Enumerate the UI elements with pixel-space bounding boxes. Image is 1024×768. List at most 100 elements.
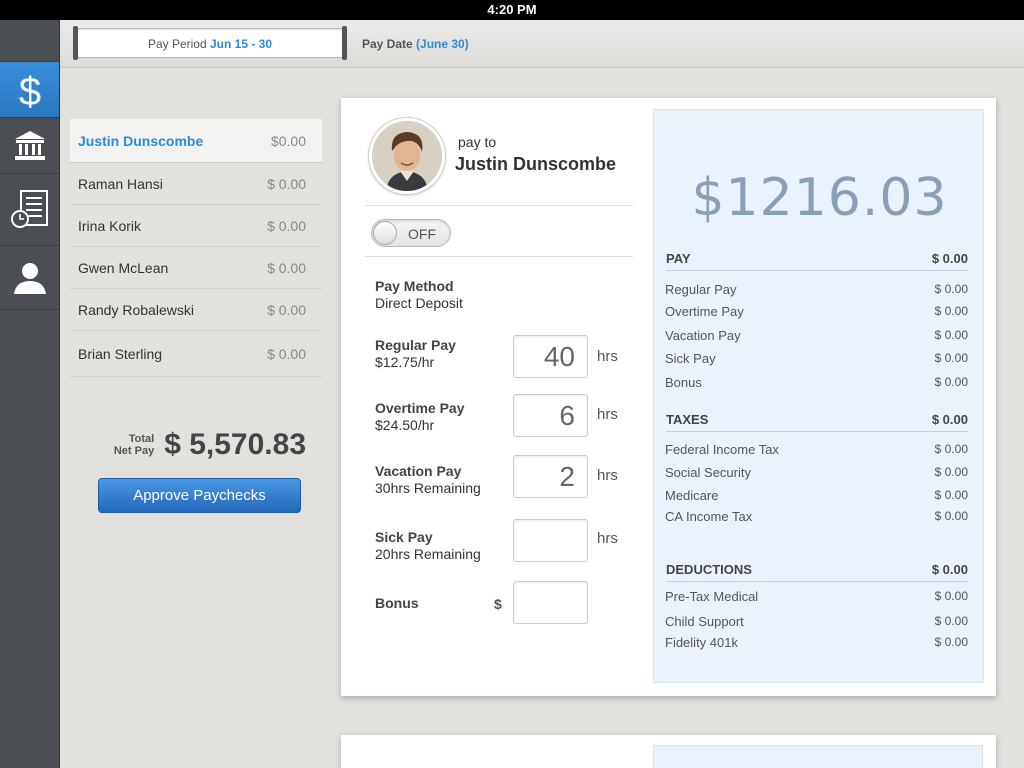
list-item[interactable]: Brian Sterling $ 0.00	[70, 331, 322, 377]
bonus-input[interactable]	[513, 581, 588, 624]
sick-remaining: 20hrs Remaining	[375, 546, 481, 562]
line-item: Vacation Pay $ 0.00	[665, 328, 968, 343]
line-value: $ 0.00	[934, 375, 968, 389]
line-label: Bonus	[665, 375, 702, 390]
vacation-pay-label: Vacation Pay	[375, 463, 462, 479]
line-label: Vacation Pay	[665, 328, 741, 343]
employee-amount: $ 0.00	[267, 259, 306, 276]
pay-date-label: Pay Date	[362, 37, 413, 51]
total-label-line1: Total	[128, 433, 155, 445]
line-label: Social Security	[665, 465, 751, 480]
bank-icon	[14, 130, 45, 160]
hrs-unit: hrs	[597, 467, 618, 484]
total-net-pay-label: Total Net Pay	[114, 433, 154, 457]
net-amount: $1216.03	[691, 168, 948, 228]
line-label: Pre-Tax Medical	[665, 589, 759, 604]
line-label: Federal Income Tax	[665, 442, 779, 457]
pay-method-value: Direct Deposit	[375, 295, 463, 311]
pay-period-selector[interactable]: Pay Period Jun 15 - 30	[73, 26, 347, 60]
regular-pay-label: Regular Pay	[375, 337, 456, 353]
overtime-hours-input[interactable]: 6	[513, 394, 588, 437]
list-item[interactable]: Randy Robalewski $ 0.00	[70, 289, 322, 331]
approval-toggle[interactable]: OFF	[371, 219, 451, 247]
overtime-pay-rate: $24.50/hr	[375, 417, 435, 433]
approve-paychecks-button[interactable]: Approve Paychecks	[98, 478, 301, 513]
list-item[interactable]: Justin Dunscombe $0.00	[70, 119, 322, 163]
vacation-remaining: 30hrs Remaining	[375, 480, 481, 496]
list-item[interactable]: Raman Hansi $ 0.00	[70, 163, 322, 205]
employee-name: Irina Korik	[78, 217, 142, 234]
header-bar: Pay Period Jun 15 - 30 Pay Date (June 30…	[60, 20, 1024, 68]
line-value: $ 0.00	[934, 614, 968, 628]
bonus-currency: $	[494, 596, 502, 612]
employee-name: Raman Hansi	[78, 175, 163, 192]
line-item: Fidelity 401k $ 0.00	[665, 635, 968, 650]
line-value: $ 0.00	[934, 488, 968, 502]
line-value: $ 0.00	[934, 351, 968, 365]
line-label: Fidelity 401k	[665, 635, 738, 650]
toggle-label: OFF	[408, 226, 436, 242]
nav-timesheet-button[interactable]	[0, 174, 59, 246]
toggle-knob	[373, 221, 397, 245]
nav-rail: $	[0, 20, 60, 768]
hrs-unit: hrs	[597, 406, 618, 423]
total-label-line2: Net Pay	[113, 445, 155, 457]
paycheck-summary: $1216.03 PAY $ 0.00 Regular Pay $ 0.00 Ov…	[653, 109, 984, 683]
nav-bank-button[interactable]	[0, 118, 59, 174]
section-title: TAXES	[666, 412, 709, 427]
payee-name: Justin Dunscombe	[455, 154, 617, 174]
nav-payroll-button[interactable]: $	[0, 62, 59, 118]
line-item: Medicare $ 0.00	[665, 488, 968, 503]
employee-name: Brian Sterling	[78, 345, 163, 362]
line-value: $ 0.00	[934, 465, 968, 479]
line-item: Regular Pay $ 0.00	[665, 282, 968, 297]
pay-section-header: PAY $ 0.00	[666, 251, 968, 271]
line-value: $ 0.00	[934, 589, 968, 603]
divider	[365, 256, 633, 257]
list-item[interactable]: Irina Korik $ 0.00	[70, 205, 322, 247]
list-item[interactable]: Gwen McLean $ 0.00	[70, 247, 322, 289]
line-item: Social Security $ 0.00	[665, 465, 968, 480]
line-label: Regular Pay	[665, 282, 737, 297]
employee-name: Gwen McLean	[78, 259, 169, 276]
total-net-pay: Total Net Pay $ 5,570.83	[96, 428, 306, 462]
hrs-unit: hrs	[597, 530, 618, 547]
next-summary-panel	[653, 745, 983, 768]
line-label: Child Support	[665, 614, 744, 629]
pay-date-value: (June 30)	[416, 37, 469, 51]
line-label: Medicare	[665, 488, 719, 503]
employee-list: Justin Dunscombe $0.00 Raman Hansi $ 0.0…	[70, 119, 322, 377]
employee-name: Randy Robalewski	[78, 301, 194, 318]
sick-pay-label: Sick Pay	[375, 529, 433, 545]
regular-pay-rate: $12.75/hr	[375, 354, 435, 370]
line-value: $ 0.00	[934, 442, 968, 456]
line-item: Overtime Pay $ 0.00	[665, 304, 968, 319]
pay-date: Pay Date (June 30)	[362, 37, 469, 51]
paycheck-card: pay to Justin Dunscombe OFF Pay Method D…	[341, 98, 996, 696]
line-value: $ 0.00	[934, 282, 968, 296]
pay-period-label: Pay Period	[147, 37, 207, 51]
line-value: $ 0.00	[934, 304, 968, 318]
line-item: CA Income Tax $ 0.00	[665, 509, 968, 524]
rail-spacer	[0, 20, 59, 62]
vacation-hours-input[interactable]: 2	[513, 455, 588, 498]
line-item: Federal Income Tax $ 0.00	[665, 442, 968, 457]
nav-people-button[interactable]	[0, 246, 59, 310]
regular-hours-input[interactable]: 40	[513, 335, 588, 378]
dollar-icon: $	[18, 70, 40, 111]
line-label: Overtime Pay	[665, 304, 744, 319]
section-total: $ 0.00	[931, 562, 968, 577]
pay-period-value: Jun 15 - 30	[210, 37, 273, 51]
pay-to-label: pay to	[458, 134, 497, 150]
section-total: $ 0.00	[931, 251, 968, 266]
pay-method-label: Pay Method	[375, 278, 454, 294]
deductions-section-header: DEDUCTIONS $ 0.00	[666, 562, 968, 582]
section-title: DEDUCTIONS	[666, 562, 752, 577]
person-icon	[13, 262, 46, 294]
line-value: $ 0.00	[934, 635, 968, 649]
sick-hours-input[interactable]	[513, 519, 588, 562]
line-item: Pre-Tax Medical $ 0.00	[665, 589, 968, 604]
line-item: Bonus $ 0.00	[665, 375, 968, 390]
taxes-section-header: TAXES $ 0.00	[666, 412, 968, 432]
avatar	[369, 118, 445, 194]
